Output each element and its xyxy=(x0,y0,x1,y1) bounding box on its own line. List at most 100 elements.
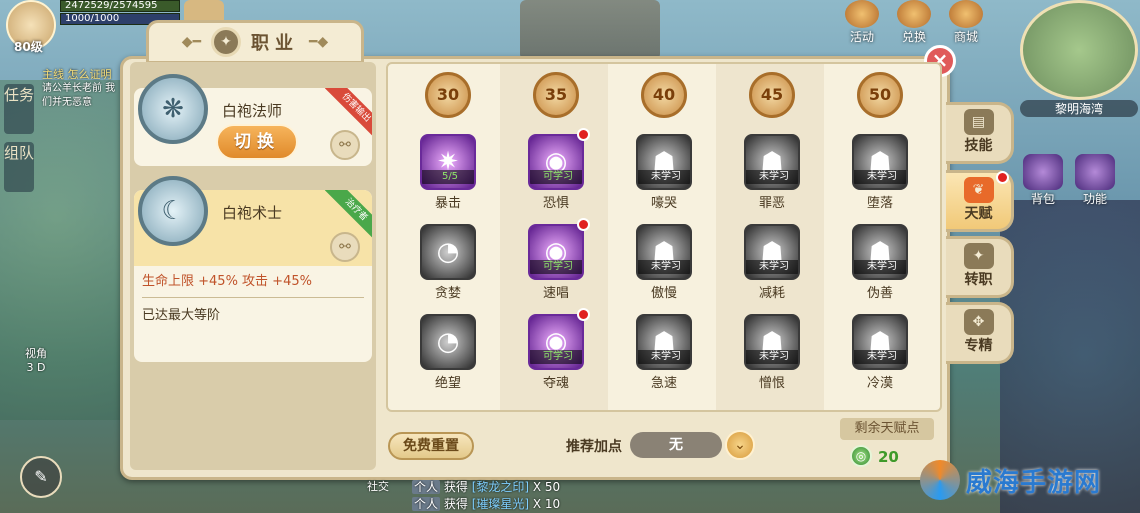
hatred-icon: ☗ 未学习 xyxy=(744,314,800,370)
class-bonus: 生命上限 +45% 攻击 +45% xyxy=(142,274,312,289)
notification-dot xyxy=(577,128,590,141)
minimap-location: 黎明海湾 xyxy=(1020,100,1138,117)
skill-status: 可学习 xyxy=(530,350,582,364)
talent-skill[interactable]: ☗ 未学习 xyxy=(852,224,908,284)
skill-name: 暴击 xyxy=(434,196,461,211)
remaining-points-label: 剩余天赋点 xyxy=(840,418,934,440)
talent-skill[interactable]: ☗ 未学习 xyxy=(636,134,692,194)
wing-icon: ❦ xyxy=(963,177,994,203)
shop-icon xyxy=(949,0,983,28)
quest-description[interactable]: 请公羊长老前 我们并无恶意 xyxy=(42,82,122,110)
mage-emblem-icon: ❋ xyxy=(138,74,208,144)
skill-name: 减耗 xyxy=(758,286,785,301)
skill-name: 绝望 xyxy=(434,376,461,391)
talent-skill[interactable]: ☗ 未学习 xyxy=(636,314,692,374)
sin-icon: ☗ 未学习 xyxy=(744,134,800,190)
skill-name: 速唱 xyxy=(542,286,569,301)
talent-point-icon: ◎ xyxy=(850,445,872,467)
watermark: 威海手游网 xyxy=(920,460,1101,500)
tab-class-change[interactable]: ✦ 转职 xyxy=(946,236,1014,298)
profession-emblem-icon: ✦ xyxy=(211,27,241,57)
hypocrisy-icon: ☗ 未学习 xyxy=(852,224,908,280)
warlock-emblem-icon: ☾ xyxy=(138,176,208,246)
class-name: 白袍术士 xyxy=(222,204,283,222)
skill-tree-icon[interactable]: ⚯ xyxy=(330,232,360,262)
tab-skills[interactable]: ▤ 技能 xyxy=(946,102,1014,164)
talent-skill[interactable]: ◔ xyxy=(420,224,476,284)
talent-skill[interactable]: ☗ 未学习 xyxy=(852,314,908,374)
talent-skill[interactable]: ◔ xyxy=(420,314,476,374)
pride-icon: ☗ 未学习 xyxy=(636,224,692,280)
cost-reduce-icon: ☗ 未学习 xyxy=(744,224,800,280)
talent-skill[interactable]: ☗ 未学习 xyxy=(744,224,800,284)
skill-name: 急速 xyxy=(650,376,677,391)
recommend-select[interactable]: 无 xyxy=(630,432,722,458)
function-button[interactable]: 功能 xyxy=(1072,154,1118,206)
player-level: 80级 xyxy=(14,40,43,54)
skill-status: 未学习 xyxy=(854,260,906,274)
tab-specialty[interactable]: ✥ 专精 xyxy=(946,302,1014,364)
tab-talent[interactable]: ❦ 天赋 xyxy=(946,170,1014,232)
despair-icon: ◔ xyxy=(420,314,476,370)
skill-status: 5/5 xyxy=(422,170,474,184)
tier-level-badge: 45 xyxy=(749,72,795,118)
skill-name: 伪善 xyxy=(866,286,893,301)
tier-level-badge: 40 xyxy=(641,72,687,118)
skill-status: 未学习 xyxy=(638,260,690,274)
skill-status: 可学习 xyxy=(530,170,582,184)
skill-name: 嚎哭 xyxy=(650,196,677,211)
book-icon: ▤ xyxy=(963,109,994,135)
task-button[interactable]: 任务 xyxy=(4,84,34,134)
skill-status: 未学习 xyxy=(746,170,798,184)
team-button[interactable]: 组队 xyxy=(4,142,34,192)
skill-name: 夺魂 xyxy=(542,376,569,391)
switch-class-button[interactable]: 切换 xyxy=(216,124,298,160)
view-toggle[interactable]: 视角 3 D xyxy=(18,345,54,374)
notification-dot xyxy=(577,218,590,231)
tier-level-badge: 50 xyxy=(857,72,903,118)
skill-name: 憎恨 xyxy=(758,376,785,391)
chat-button[interactable]: ✎ xyxy=(20,456,62,498)
bag-icon xyxy=(1023,154,1063,190)
talent-skill[interactable]: ☗ 未学习 xyxy=(744,314,800,374)
skill-tree-icon[interactable]: ⚯ xyxy=(330,130,360,160)
talent-skill[interactable]: ☗ 未学习 xyxy=(744,134,800,194)
remaining-points-value: 20 xyxy=(878,448,899,466)
exchange-button[interactable]: 兑换 xyxy=(894,0,934,46)
shop-button[interactable]: 商城 xyxy=(946,0,986,46)
event-button[interactable]: 活动 xyxy=(842,0,882,46)
talent-skill[interactable]: ☗ 未学习 xyxy=(636,224,692,284)
skill-status: 未学习 xyxy=(854,170,906,184)
skill-name: 贪婪 xyxy=(434,286,461,301)
chevron-down-icon[interactable]: ⌄ xyxy=(725,430,755,460)
talent-skill[interactable]: ◉ 可学习 xyxy=(528,308,590,374)
exchange-icon xyxy=(897,0,931,28)
hp-bar: 2472529/2574595 xyxy=(60,0,180,12)
tier-level-badge: 30 xyxy=(425,72,471,118)
title-right-ornament: ━◆ xyxy=(309,34,329,50)
divider xyxy=(142,297,364,298)
skill-name: 恐惧 xyxy=(542,196,569,211)
minimap[interactable] xyxy=(1020,0,1138,100)
talent-skill[interactable]: ◉ 可学习 xyxy=(528,218,590,284)
social-button[interactable]: 社交 xyxy=(358,478,398,494)
bag-button[interactable]: 背包 xyxy=(1020,154,1066,206)
tier-level-badge: 35 xyxy=(533,72,579,118)
chat-message[interactable]: 个人 获得 [璀璨星光] X 10 xyxy=(412,495,560,512)
free-reset-button[interactable]: 免费重置 xyxy=(388,432,474,460)
critical-icon: ✷ 5/5 xyxy=(420,134,476,190)
talent-skill[interactable]: ☗ 未学习 xyxy=(852,134,908,194)
recommend-label: 推荐加点 xyxy=(566,439,622,455)
skill-name: 冷漠 xyxy=(866,376,893,391)
function-icon xyxy=(1075,154,1115,190)
skill-name: 傲慢 xyxy=(650,286,677,301)
talent-skill[interactable]: ◉ 可学习 xyxy=(528,128,590,194)
class-change-icon: ✦ xyxy=(963,243,994,269)
fear-icon: ◉ 可学习 xyxy=(528,134,584,190)
event-icon xyxy=(845,0,879,28)
quick-chant-icon: ◉ 可学习 xyxy=(528,224,584,280)
skill-status: 未学习 xyxy=(854,350,906,364)
talent-skill[interactable]: ✷ 5/5 xyxy=(420,134,476,194)
chat-message[interactable]: 个人 获得 [黎龙之印] X 50 xyxy=(412,478,560,495)
quest-title[interactable]: 主线 怎么证明 xyxy=(42,66,112,82)
